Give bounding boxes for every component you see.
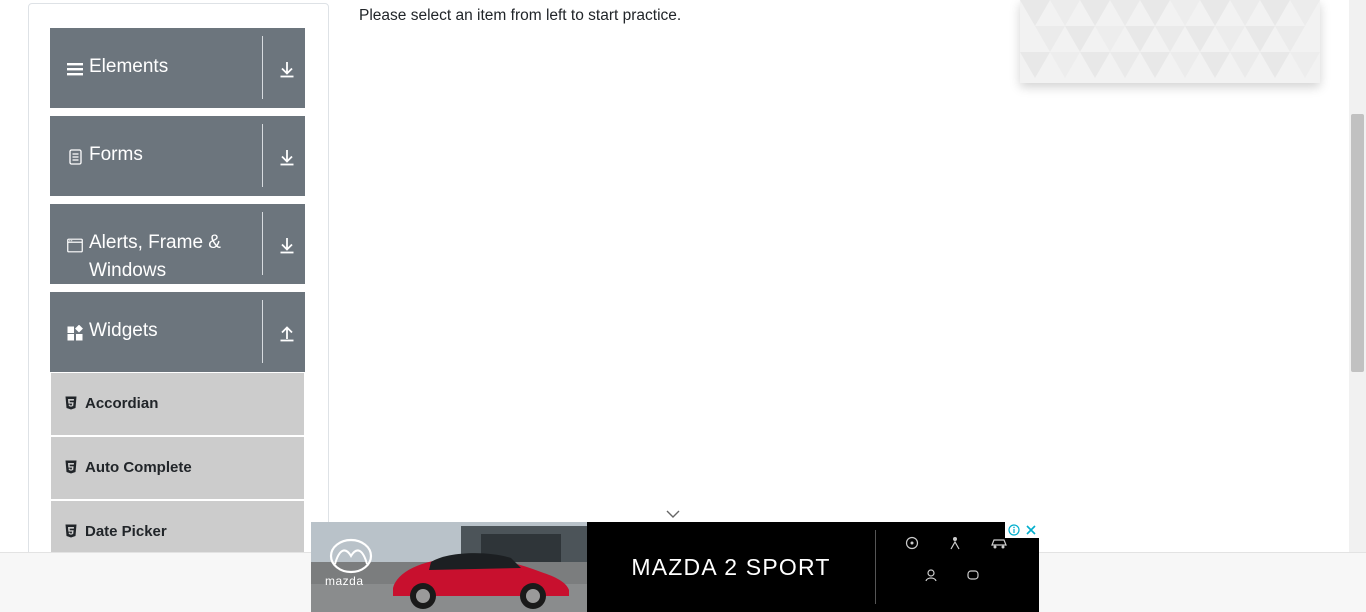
ad-brand-text: mazda bbox=[325, 574, 364, 588]
widgets-icon bbox=[67, 325, 83, 341]
car-sensor-icon bbox=[979, 536, 1019, 552]
menu-item-label: Date Picker bbox=[85, 523, 167, 540]
divider bbox=[875, 530, 876, 604]
driver-assist-icon bbox=[911, 568, 951, 584]
airbag-icon bbox=[935, 536, 975, 552]
group-title: Elements bbox=[89, 56, 169, 77]
divider bbox=[262, 212, 263, 275]
html5-icon bbox=[65, 524, 77, 538]
vertical-scrollbar-thumb[interactable] bbox=[1351, 114, 1364, 372]
ad-banner[interactable]: mazda MAZDA 2 SPORT bbox=[311, 522, 1039, 612]
close-icon[interactable] bbox=[1022, 522, 1039, 538]
group-header-widgets[interactable]: Widgets bbox=[50, 292, 305, 372]
hamburger-icon bbox=[67, 61, 83, 77]
download-arrow-icon[interactable] bbox=[276, 146, 298, 168]
intro-text: Please select an item from left to start… bbox=[359, 7, 682, 24]
form-icon bbox=[67, 149, 83, 165]
divider bbox=[262, 36, 263, 99]
menu-item-label: Accordian bbox=[85, 395, 159, 412]
window-icon bbox=[67, 237, 83, 253]
chevron-down-icon[interactable] bbox=[664, 507, 682, 519]
car-photo: mazda bbox=[311, 522, 587, 612]
info-icon[interactable] bbox=[1005, 522, 1022, 538]
ad-headline: MAZDA 2 SPORT bbox=[631, 553, 831, 580]
steering-icon bbox=[892, 536, 932, 552]
menu-item-auto-complete[interactable]: Auto Complete bbox=[51, 437, 304, 499]
divider bbox=[262, 124, 263, 187]
html5-icon bbox=[65, 460, 77, 474]
menu-item-accordian[interactable]: Accordian bbox=[51, 373, 304, 435]
group-header-forms[interactable]: Forms bbox=[50, 116, 305, 196]
group-title: Forms bbox=[89, 144, 143, 165]
download-arrow-icon[interactable] bbox=[276, 58, 298, 80]
upload-arrow-icon[interactable] bbox=[276, 322, 298, 344]
decorative-pattern-box bbox=[1020, 0, 1320, 83]
safety-icon bbox=[953, 568, 993, 584]
divider bbox=[262, 300, 263, 363]
group-header-alerts-frame-windows[interactable]: Alerts, Frame & Windows bbox=[50, 204, 305, 284]
menu-item-label: Auto Complete bbox=[85, 459, 192, 476]
group-header-elements[interactable]: Elements bbox=[50, 28, 305, 108]
download-arrow-icon[interactable] bbox=[276, 234, 298, 256]
group-title: Widgets bbox=[89, 320, 158, 341]
html5-icon bbox=[65, 396, 77, 410]
group-title: Alerts, Frame & Windows bbox=[89, 232, 221, 281]
